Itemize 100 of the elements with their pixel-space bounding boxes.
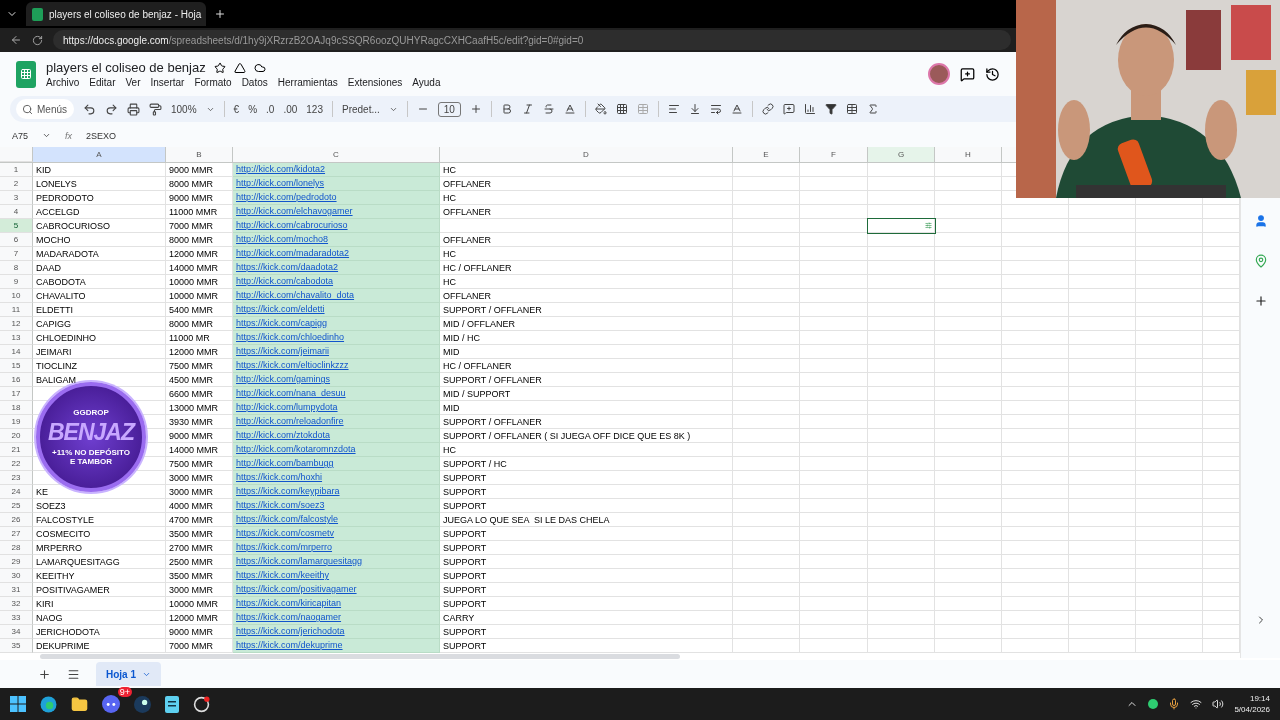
menu-item[interactable]: Formato [194, 77, 232, 89]
link[interactable]: http://kick.com/bambugg [236, 458, 334, 469]
link[interactable]: https://kick.com/eltioclinkzzz [236, 360, 349, 371]
link[interactable]: https://kick.com/eldetti [236, 304, 325, 315]
table-cell: 4500 MMR [169, 374, 213, 385]
link[interactable]: http://kick.com/ztokdota [236, 430, 331, 441]
table-cell: 4700 MMR [169, 514, 213, 525]
link[interactable]: https://kick.com/falcostyle [236, 514, 339, 525]
percent-button[interactable]: % [248, 103, 258, 115]
link[interactable]: http://kick.com/gamings [236, 374, 331, 385]
address-bar[interactable]: https://docs.google.com/spreadsheets/d/1hy9jXRzrzB2OAJq9cSSQR6oozQUHYRagcCXHCaafH5c/edit?gid=0#gid=0 [53, 30, 1011, 50]
table-cell: MID [443, 402, 460, 413]
menu-item[interactable]: Archivo [46, 77, 80, 89]
menu-item[interactable]: Herramientas [277, 77, 338, 89]
currency-button[interactable]: € [233, 103, 240, 115]
table-cell: SUPPORT / OFFLANER ( SI JUEGA OFF DICE QUE ES 8K ) [443, 430, 691, 441]
table-cell: KE [36, 486, 48, 497]
table-cell: LONELYS [36, 178, 77, 189]
table-cell: SUPPORT / OFFLANER [443, 374, 542, 385]
table-cell: CABODOTA [36, 276, 86, 287]
table-cell: MID [443, 346, 460, 357]
menu-item[interactable]: Ayuda [412, 77, 441, 89]
link[interactable]: https://kick.com/chloedinho [236, 332, 345, 343]
link[interactable]: https://kick.com/keeithy [236, 570, 330, 581]
browser-tab[interactable]: players el coliseo de benjaz - Hoja [26, 2, 206, 26]
table-cell: ELDETTI [36, 304, 73, 315]
table-cell: SUPPORT [443, 570, 487, 581]
table-cell: SUPPORT [443, 626, 487, 637]
menu-item[interactable]: Insertar [150, 77, 185, 89]
table-cell: CARRY [443, 612, 475, 623]
link[interactable]: http://kick.com/lumpydota [236, 402, 338, 413]
menu-item[interactable]: Editar [89, 77, 116, 89]
link[interactable]: https://kick.com/naogamer [236, 612, 342, 623]
zoom-select[interactable]: 100% [171, 103, 197, 115]
link[interactable]: https://kick.com/hoxhi [236, 472, 323, 483]
link[interactable]: http://kick.com/nana_desuu [236, 388, 346, 399]
table-cell: 9000 MMR [169, 430, 213, 441]
table-cell: ACCELGD [36, 206, 80, 217]
link[interactable]: http://kick.com/elchavogamer [236, 206, 353, 217]
link[interactable]: http://kick.com/kotaromnzdota [236, 444, 356, 455]
link[interactable]: http://kick.com/reloadonfire [236, 416, 344, 427]
number-format-button[interactable]: 123 [306, 103, 323, 115]
link[interactable]: http://kick.com/pedrodoto [236, 192, 337, 203]
menu-item[interactable]: Extensiones [347, 77, 403, 89]
link[interactable]: https://kick.com/dekuprime [236, 640, 343, 651]
table-cell: SUPPORT / OFFLANER [443, 304, 542, 315]
table-cell: SUPPORT [443, 528, 487, 539]
link[interactable]: https://kick.com/keypibara [236, 486, 340, 497]
table-cell: 10000 MMR [169, 598, 219, 609]
table-cell: 11000 MR [169, 332, 210, 343]
table-cell: 5400 MMR [169, 304, 213, 315]
column-header[interactable]: G [868, 146, 935, 162]
link[interactable]: https://kick.com/lamarquesitagg [236, 556, 363, 567]
table-cell: 8000 MMR [169, 234, 213, 245]
table-cell: JUEGA LO QUE SEA SI LE DAS CHELA [443, 514, 610, 525]
link[interactable]: http://kick.com/chavalito_dota [236, 290, 355, 301]
table-cell: NAOG [36, 612, 63, 623]
link[interactable]: http://kick.com/kidota2 [236, 164, 326, 175]
menu-item[interactable]: Datos [241, 77, 268, 89]
menu-item[interactable]: Ver [125, 77, 141, 89]
table-cell: 4000 MMR [169, 500, 213, 511]
link[interactable]: https://kick.com/cosmetv [236, 528, 335, 539]
link[interactable]: http://kick.com/mocho8 [236, 234, 329, 245]
link[interactable]: https://kick.com/positivagamer [236, 584, 357, 595]
table-cell: 2500 MMR [169, 556, 213, 567]
streamer-name: BENJAZ [48, 419, 134, 446]
sheet-tab[interactable]: Hoja 1 [96, 662, 161, 687]
decrease-decimals-button[interactable]: .0 [266, 103, 275, 115]
document-title[interactable]: players el coliseo de benjaz [46, 60, 206, 76]
table-cell: MID / OFFLANER [443, 318, 515, 329]
table-cell: HC / OFFLANER [443, 360, 512, 371]
link[interactable]: https://kick.com/jeimarii [236, 346, 330, 357]
search-field[interactable]: Menús [16, 99, 74, 120]
formula-field[interactable]: 2SEXO [86, 130, 117, 141]
table-cell: 14000 MMR [169, 262, 219, 273]
increase-decimals-button[interactable]: .00 [283, 103, 298, 115]
link[interactable]: https://kick.com/daadota2 [236, 262, 339, 273]
table-cell: OFFLANER [443, 178, 491, 189]
link[interactable]: https://kick.com/capigg [236, 318, 328, 329]
table-cell: 3500 MMR [169, 528, 213, 539]
link[interactable]: http://kick.com/cabrocurioso [236, 220, 348, 231]
column-header[interactable]: A [33, 146, 166, 162]
table-cell: 3930 MMR [169, 416, 213, 427]
table-cell: 8000 MMR [169, 318, 213, 329]
link[interactable]: https://kick.com/kiricapitan [236, 598, 342, 609]
font-select[interactable]: Predet... [342, 103, 380, 115]
link[interactable]: https://kick.com/soez3 [236, 500, 325, 511]
table-cell: 12000 MMR [169, 248, 219, 259]
name-box[interactable]: A75 [12, 130, 28, 141]
table-cell: HC / OFFLANER [443, 262, 512, 273]
link[interactable]: http://kick.com/lonelys [236, 178, 325, 189]
table-cell: SUPPORT [443, 542, 487, 553]
link[interactable]: https://kick.com/mrperro [236, 542, 333, 553]
link[interactable]: http://kick.com/cabodota [236, 276, 334, 287]
link[interactable]: https://kick.com/jerichodota [236, 626, 345, 637]
link[interactable]: http://kick.com/madaradota2 [236, 248, 350, 259]
table-cell: SUPPORT [443, 640, 487, 651]
clock[interactable]: 19:14 5/04/2026 [1234, 693, 1270, 715]
table-cell: MRPERRO [36, 542, 82, 553]
font-size-field[interactable]: 10 [437, 101, 461, 117]
